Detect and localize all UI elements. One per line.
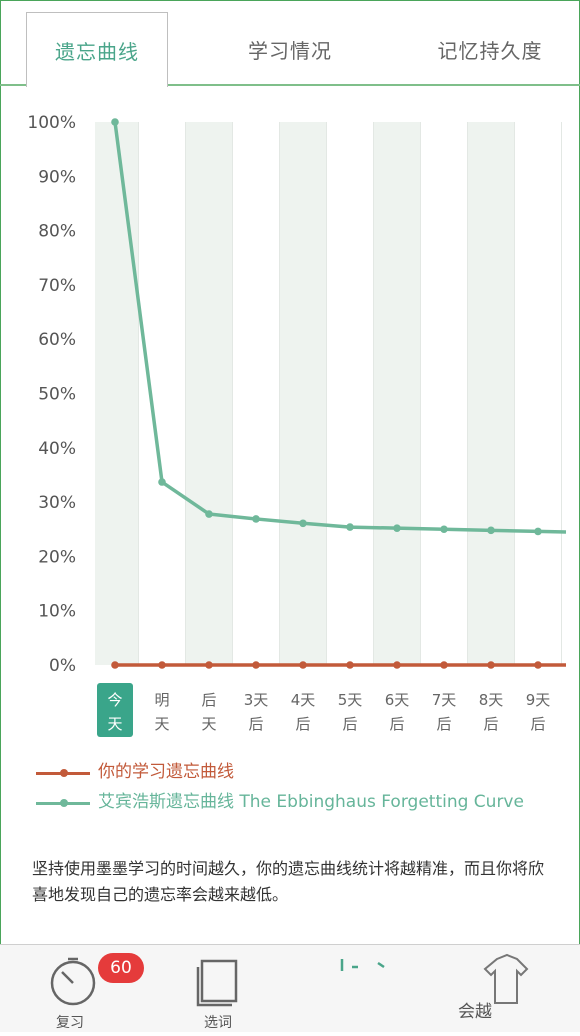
nav-select-words-label: 选词: [204, 1015, 232, 1031]
series-1-point: [111, 118, 119, 126]
legend-label-user: 你的学习遗忘曲线: [98, 762, 234, 782]
explanation-text: 坚持使用墨墨学习的时间越久，你的遗忘曲线统计将越精准，而且你将欣喜地发现自己的遗…: [32, 859, 545, 904]
series-0-point: [111, 661, 119, 669]
nav-review[interactable]: 60 复习: [10, 945, 144, 1032]
x-tick-label: 今: [107, 691, 122, 709]
tab-memory-duration[interactable]: 记忆持久度: [415, 12, 565, 86]
x-tick-label: 后: [389, 715, 404, 733]
y-tick-label: 40%: [38, 439, 76, 459]
legend-label-ebbinghaus: 艾宾浩斯遗忘曲线 The Ebbinghaus Forgetting Curve: [98, 792, 524, 812]
series-0-point: [299, 661, 307, 669]
series-1-point: [487, 526, 495, 535]
grid-band: [185, 122, 233, 665]
x-tick-label: 后: [248, 715, 263, 733]
grid-band: [279, 122, 327, 665]
series-0-point: [393, 661, 401, 669]
x-tick-label: 明: [154, 691, 169, 709]
x-tick-label: 后: [201, 691, 216, 709]
y-tick-label: 70%: [38, 276, 76, 296]
chart-icon: [340, 959, 385, 971]
series-1-point: [158, 478, 166, 486]
forgetting-curve-chart: 100%90%80%70%60%50%40%30%20%10%0%今天明天后天3…: [27, 113, 567, 737]
y-tick-label: 100%: [27, 113, 76, 133]
nav-more[interactable]: 会越: [435, 945, 555, 1032]
x-tick-label: 天: [107, 715, 122, 733]
y-tick-label: 20%: [38, 547, 76, 567]
x-tick-label: 天: [201, 715, 216, 733]
series-0-point: [440, 661, 448, 669]
legend: 你的学习遗忘曲线 艾宾浩斯遗忘曲线 The Ebbinghaus Forgett…: [30, 760, 570, 820]
x-tick-label: 4天: [291, 691, 316, 709]
series-1-point: [299, 519, 307, 528]
series-0-point: [158, 661, 166, 669]
series-1-point: [205, 510, 213, 518]
x-tick-label: 后: [295, 715, 310, 733]
y-tick-label: 30%: [38, 493, 76, 513]
grid-band: [95, 122, 139, 665]
nav-statistics[interactable]: [300, 945, 420, 1032]
x-tick-label: 天: [154, 715, 169, 733]
series-1-point: [346, 523, 354, 531]
legend-swatch-ebbinghaus: [30, 790, 98, 814]
tab-bar: 遗忘曲线 学习情况 记忆持久度: [0, 0, 580, 87]
series-0-point: [346, 661, 354, 669]
x-tick-label: 后: [342, 715, 357, 733]
grid-band: [467, 122, 515, 665]
x-tick-label: 8天: [479, 691, 504, 709]
series-0-point: [487, 661, 495, 669]
y-tick-label: 50%: [38, 385, 76, 405]
grid-band: [373, 122, 421, 665]
series-0-point: [205, 661, 213, 669]
series-0-point: [534, 661, 542, 669]
x-tick-label: 后: [436, 715, 451, 733]
series-1-point: [252, 515, 260, 523]
legend-swatch-user: [30, 760, 98, 784]
nav-more-label: 会越: [458, 1002, 492, 1022]
y-tick-label: 0%: [49, 656, 76, 676]
series-1-point: [534, 527, 542, 536]
tab-forgetting-curve[interactable]: 遗忘曲线: [26, 12, 168, 87]
y-tick-label: 10%: [38, 602, 76, 622]
x-tick-label: 7天: [432, 691, 457, 709]
nav-select-words[interactable]: 选词: [158, 945, 278, 1032]
review-count-badge: 60: [98, 953, 144, 983]
x-tick-label: 9天: [526, 691, 551, 709]
y-tick-label: 90%: [38, 167, 76, 187]
bottom-nav-bar: 60 复习 选词 会越: [0, 944, 580, 1032]
x-tick-label: 6天: [385, 691, 410, 709]
legend-item-user-curve: 你的学习遗忘曲线: [30, 760, 570, 784]
legend-item-ebbinghaus: 艾宾浩斯遗忘曲线 The Ebbinghaus Forgetting Curve: [30, 790, 570, 814]
series-0-point: [252, 661, 260, 669]
x-tick-label: 5天: [338, 691, 363, 709]
x-tick-label: 后: [483, 715, 498, 733]
series-1-point: [440, 525, 448, 534]
nav-review-label: 复习: [56, 1015, 84, 1031]
series-1-point: [393, 524, 401, 532]
y-tick-label: 80%: [38, 222, 76, 242]
y-tick-label: 60%: [38, 330, 76, 350]
x-tick-label: 后: [530, 715, 545, 733]
tab-study-status[interactable]: 学习情况: [225, 12, 355, 86]
x-tick-label: 3天: [244, 691, 269, 709]
